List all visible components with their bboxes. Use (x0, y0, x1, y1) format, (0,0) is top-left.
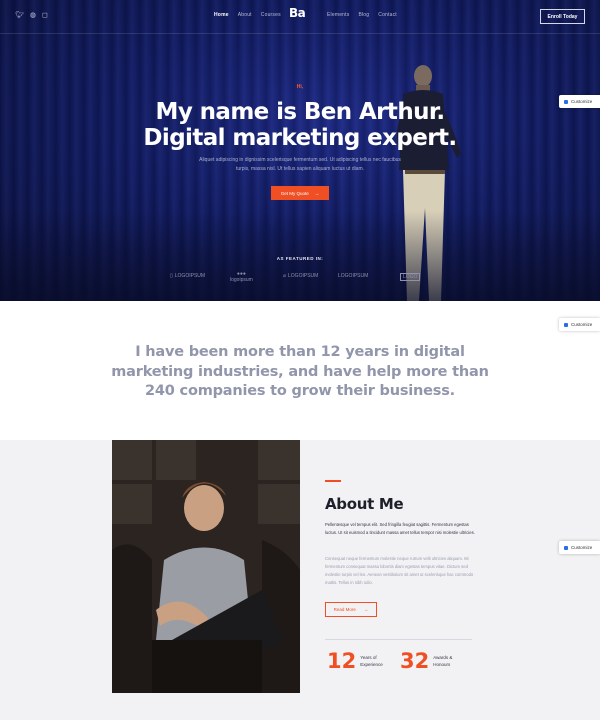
arrow-right-icon: → (363, 607, 369, 612)
customize-icon (564, 322, 568, 327)
stat-label: Years of Experience (360, 654, 390, 668)
nav-item-courses[interactable]: Courses (261, 12, 281, 18)
brand-logo-5-text: LOGO (403, 274, 418, 280)
brand-logo-1: ▯ LOGOIPSUM (170, 273, 205, 279)
stat-awards: 32 Awards & Honours (400, 649, 463, 673)
stat-label-line1: Years of (360, 655, 377, 660)
brand-logos: ▯ LOGOIPSUM ●●● logoipsum ⌀ LOGOIPSUM LOGOI… (0, 271, 600, 287)
get-quote-label: Get My Quote (280, 190, 309, 196)
stat-years: 12 Years of Experience (327, 649, 390, 673)
brand-logo-3: ⌀ LOGOIPSUM (283, 273, 318, 279)
header-divider (0, 33, 600, 34)
stat-value: 12 (327, 649, 357, 673)
portrait-photo (112, 440, 300, 693)
brand-logo-2-text: logoipsum (230, 277, 253, 283)
about-body-text: Consequat neque fermentum molestie neque… (325, 556, 474, 585)
about-section: About Me Pellentesque vel tempus elit. S… (0, 440, 600, 720)
hero-kicker: Hi, (296, 84, 304, 90)
nav-item-elements[interactable]: Elements (327, 12, 349, 18)
customize-label: Customize (571, 545, 593, 550)
brand-logo-4-text: LOGOIPSUM (338, 273, 369, 279)
logo-text: Ba (289, 6, 306, 20)
intro-quote-line1: I have been more than 12 years in digita… (135, 344, 465, 360)
read-more-label: Read More (333, 607, 356, 612)
stat-label-line1: Awards & (433, 655, 453, 660)
instagram-icon[interactable]: ◻ (42, 11, 48, 21)
stat-value: 32 (400, 649, 430, 673)
hero-section: 🐦︎ ◍ ◻ Home About Courses Ba Elements Bl… (0, 0, 600, 301)
stat-label-line2: Honours (433, 662, 451, 667)
logo-mark-icon: ▯ (170, 273, 173, 279)
stat-label-line2: Experience (360, 662, 383, 667)
arrow-right-icon: → (314, 190, 320, 196)
enroll-button[interactable]: Enroll Today (540, 9, 585, 24)
about-lead-text: Pellentesque vel tempus elit. Sed fringi… (325, 522, 475, 535)
section-accent-line (325, 480, 341, 482)
hero-headline-line1: My name is Ben Arthur. (155, 99, 446, 125)
about-title: About Me (325, 495, 404, 513)
stat-label: Awards & Honours (433, 654, 463, 668)
quote-section: I have been more than 12 years in digita… (0, 301, 600, 440)
brand-logo-1-text: LOGOIPSUM (174, 273, 206, 279)
hero-headline: My name is Ben Arthur. Digital marketing… (0, 99, 600, 151)
social-links: 🐦︎ ◍ ◻ (15, 11, 48, 21)
nav-item-home[interactable]: Home (214, 12, 229, 18)
nav-right: Elements Blog Contact (327, 12, 397, 18)
stats-divider (325, 639, 472, 640)
intro-quote-line2: marketing industries, and have help more… (111, 363, 489, 380)
customize-icon (564, 99, 568, 104)
read-more-button[interactable]: Read More → (325, 602, 377, 617)
customize-button[interactable]: Customize (559, 541, 600, 554)
nav-left: Home About Courses (214, 12, 281, 18)
intro-quote-line3: 240 companies to grow their business. (145, 383, 455, 399)
nav-item-blog[interactable]: Blog (358, 12, 369, 18)
customize-button[interactable]: Customize (559, 318, 600, 331)
brand-logo-5: LOGO (400, 273, 421, 281)
twitter-icon[interactable]: 🐦︎ (15, 11, 24, 21)
get-quote-button[interactable]: Get My Quote → (271, 186, 329, 200)
customize-label: Customize (571, 322, 593, 327)
hero-subtitle: Aliquet adipiscing in dignissim sceleris… (199, 157, 401, 172)
featured-label: AS FEATURED IN: (276, 256, 324, 261)
customize-label: Customize (571, 99, 593, 104)
brand-logo-4: LOGOIPSUM (338, 273, 368, 279)
logo-mark-icon: ⌀ (283, 273, 287, 279)
brand-logo-2: ●●● logoipsum (230, 271, 253, 283)
dribbble-icon[interactable]: ◍ (30, 11, 36, 21)
customize-button[interactable]: Customize (559, 95, 600, 108)
site-logo[interactable]: Ba (289, 6, 306, 20)
nav-item-about[interactable]: About (238, 12, 252, 18)
intro-quote: I have been more than 12 years in digita… (100, 343, 500, 402)
hero-headline-line2: Digital marketing expert. (143, 125, 457, 151)
nav-item-contact[interactable]: Contact (378, 12, 397, 18)
brand-logo-3-text: LOGOIPSUM (288, 273, 319, 279)
customize-icon (564, 545, 568, 550)
